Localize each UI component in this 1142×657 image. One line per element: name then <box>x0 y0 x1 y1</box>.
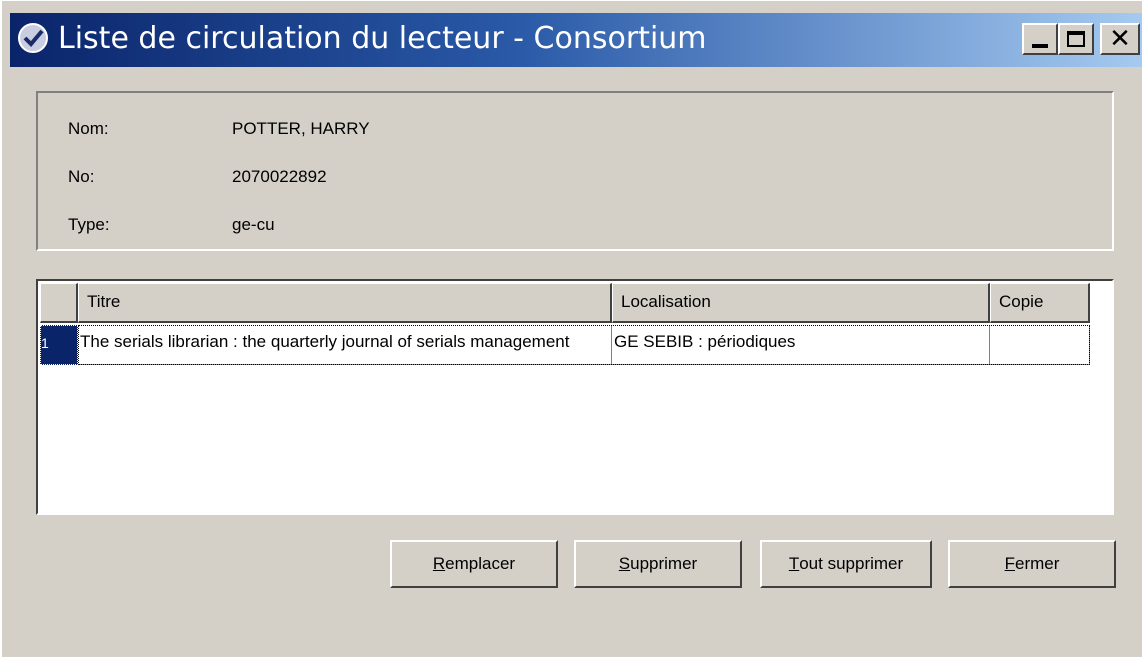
minimize-button[interactable] <box>1022 23 1058 55</box>
minimize-icon <box>1032 44 1048 48</box>
delete-button[interactable]: Supprimer <box>574 540 742 588</box>
title-bar[interactable]: Liste de circulation du lecteur - Consor… <box>10 13 1142 67</box>
cell-location[interactable]: GE SEBIB : périodiques <box>612 325 990 365</box>
name-value: POTTER, HARRY <box>232 119 370 138</box>
window-title: Liste de circulation du lecteur - Consor… <box>58 21 707 56</box>
delete-all-button[interactable]: Tout supprimer <box>760 540 932 588</box>
close-icon: ✕ <box>1109 24 1131 54</box>
column-header-title[interactable]: Titre <box>78 283 612 323</box>
type-value: ge-cu <box>232 215 275 234</box>
replace-button[interactable]: Remplacer <box>390 540 558 588</box>
row-header-corner <box>40 283 78 323</box>
column-header-location[interactable]: Localisation <box>612 283 990 323</box>
app-logo-icon <box>18 23 48 53</box>
delete-label: upprimer <box>630 554 698 573</box>
circulation-grid[interactable]: Titre Localisation Copie 1 The serials l… <box>36 279 1114 515</box>
cell-copy[interactable] <box>990 325 1090 365</box>
name-label: Nom: <box>68 119 109 138</box>
row-index[interactable]: 1 <box>40 325 78 365</box>
number-value: 2070022892 <box>232 167 327 186</box>
number-label: No: <box>68 167 95 186</box>
close-mnemonic: F <box>1004 554 1015 573</box>
type-label: Type: <box>68 215 110 234</box>
maximize-icon <box>1067 31 1085 47</box>
replace-label: emplacer <box>445 554 516 573</box>
column-header-copy[interactable]: Copie <box>990 283 1090 323</box>
delete-all-label: out supprimer <box>799 554 904 573</box>
close-button[interactable]: Fermer <box>948 540 1116 588</box>
delete-mnemonic: S <box>618 554 631 573</box>
close-label: ermer <box>1014 554 1060 573</box>
maximize-button[interactable] <box>1058 23 1094 55</box>
cell-title[interactable]: The serials librarian : the quarterly jo… <box>78 325 612 365</box>
delete-all-mnemonic: T <box>788 554 800 573</box>
circulation-window: Liste de circulation du lecteur - Consor… <box>0 0 1142 657</box>
close-window-button[interactable]: ✕ <box>1100 23 1140 55</box>
reader-info-panel: Nom: POTTER, HARRY No: 2070022892 Type: … <box>36 91 1114 251</box>
replace-mnemonic: R <box>432 554 446 573</box>
